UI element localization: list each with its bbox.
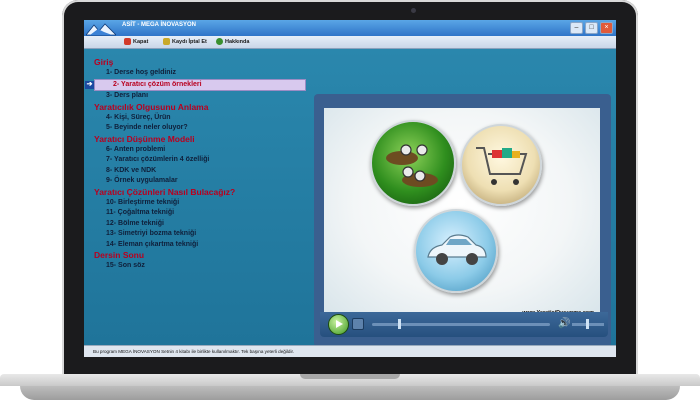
toolbar: Kapat Kaydı İptal Et Hakkında <box>84 36 616 49</box>
laptop-base-bottom <box>20 386 680 400</box>
menu-item-9[interactable]: 9- Örnek uygulamalar <box>94 176 306 187</box>
menu-item-8[interactable]: 8- KDK ve NDK <box>94 166 306 177</box>
menu-item-2-selected[interactable]: ➔ 2- Yaratıcı çözüm örnekleri <box>85 78 306 91</box>
window-controls: – □ × <box>570 22 613 34</box>
status-text: Bu program MEGA İNOVASYON Setnin 4 kitab… <box>93 349 295 354</box>
menu-item-7[interactable]: 7- Yaratıcı çözümlerin 4 özelliği <box>94 155 306 166</box>
menu-item-15[interactable]: 15- Son söz <box>94 261 306 272</box>
about-button[interactable]: Hakkında <box>216 38 249 45</box>
laptop-base <box>0 374 700 402</box>
webcam-icon <box>411 8 416 13</box>
play-button[interactable] <box>328 314 349 335</box>
close-button[interactable]: × <box>600 22 613 34</box>
maximize-button[interactable]: □ <box>585 22 598 34</box>
shopping-cart-image <box>460 124 542 206</box>
about-label: Hakkında <box>225 38 250 45</box>
selected-arrow-icon: ➔ <box>85 80 94 89</box>
menu-item-label: 2- Yaratıcı çözüm örnekleri <box>113 80 202 88</box>
section-title: Yaratıcı Düşünme Modeli <box>94 133 195 144</box>
close-app-icon <box>124 38 131 45</box>
car-image <box>414 209 498 293</box>
cancel-registration-label: Kaydı İptal Et <box>172 38 207 45</box>
volume-handle[interactable] <box>586 319 589 329</box>
titlebar: ASİT - MEGA İNOVASYON – □ × <box>84 20 616 36</box>
menu-item-4[interactable]: 4- Kişi, Süreç, Ürün <box>94 113 306 124</box>
lesson-menu: Giriş 1- Derse hoş geldiniz ➔ 2- Yaratıc… <box>85 57 306 272</box>
window-title: ASİT - MEGA İNOVASYON <box>122 22 197 28</box>
cancel-registration-icon <box>163 38 170 45</box>
menu-item-1[interactable]: 1- Derse hoş geldiniz <box>94 68 306 79</box>
section-title: Yaratıcı Çözünleri Nasıl Bulacağız? <box>94 186 236 197</box>
video-area[interactable]: www.YaraticiDusunme.com <box>324 108 600 319</box>
menu-item-6[interactable]: 6- Anten problemi <box>94 145 306 156</box>
menu-item-14[interactable]: 14- Eleman çıkartma tekniği <box>94 240 306 251</box>
seek-handle[interactable] <box>398 319 401 329</box>
section-title: Giriş <box>94 57 114 67</box>
minimize-button[interactable]: – <box>570 22 583 34</box>
content-area: Giriş 1- Derse hoş geldiniz ➔ 2- Yaratıc… <box>84 49 616 347</box>
cancel-registration-button[interactable]: Kaydı İptal Et <box>163 38 207 45</box>
menu-item-10[interactable]: 10- Birleştirme tekniği <box>94 198 306 209</box>
app-window: ASİT - MEGA İNOVASYON – □ × Kapat Kaydı … <box>84 20 616 357</box>
section-title: Dersin Sonu <box>94 250 145 260</box>
menu-item-5[interactable]: 5- Beyinde neler oluyor? <box>94 123 306 134</box>
laptop-notch <box>300 374 400 379</box>
magnifier-field-image <box>370 120 456 206</box>
kapat-label: Kapat <box>133 38 149 45</box>
menu-item-12[interactable]: 12- Bölme tekniği <box>94 219 306 230</box>
menu-item-13[interactable]: 13- Simetriyi bozma tekniği <box>94 229 306 240</box>
menu-item-11[interactable]: 11- Çoğaltma tekniği <box>94 208 306 219</box>
section-title: Yaratıcılık Olgusunu Anlama <box>94 101 209 112</box>
kapat-button[interactable]: Kapat <box>124 38 148 45</box>
stop-button[interactable] <box>352 318 364 330</box>
info-icon <box>216 38 223 45</box>
volume-icon[interactable]: 🔊 <box>558 318 570 329</box>
player-controls: 🔊 <box>320 312 608 337</box>
menu-item-3[interactable]: 3- Ders planı <box>94 91 306 102</box>
status-bar: Bu program MEGA İNOVASYON Setnin 4 kitab… <box>84 345 616 357</box>
